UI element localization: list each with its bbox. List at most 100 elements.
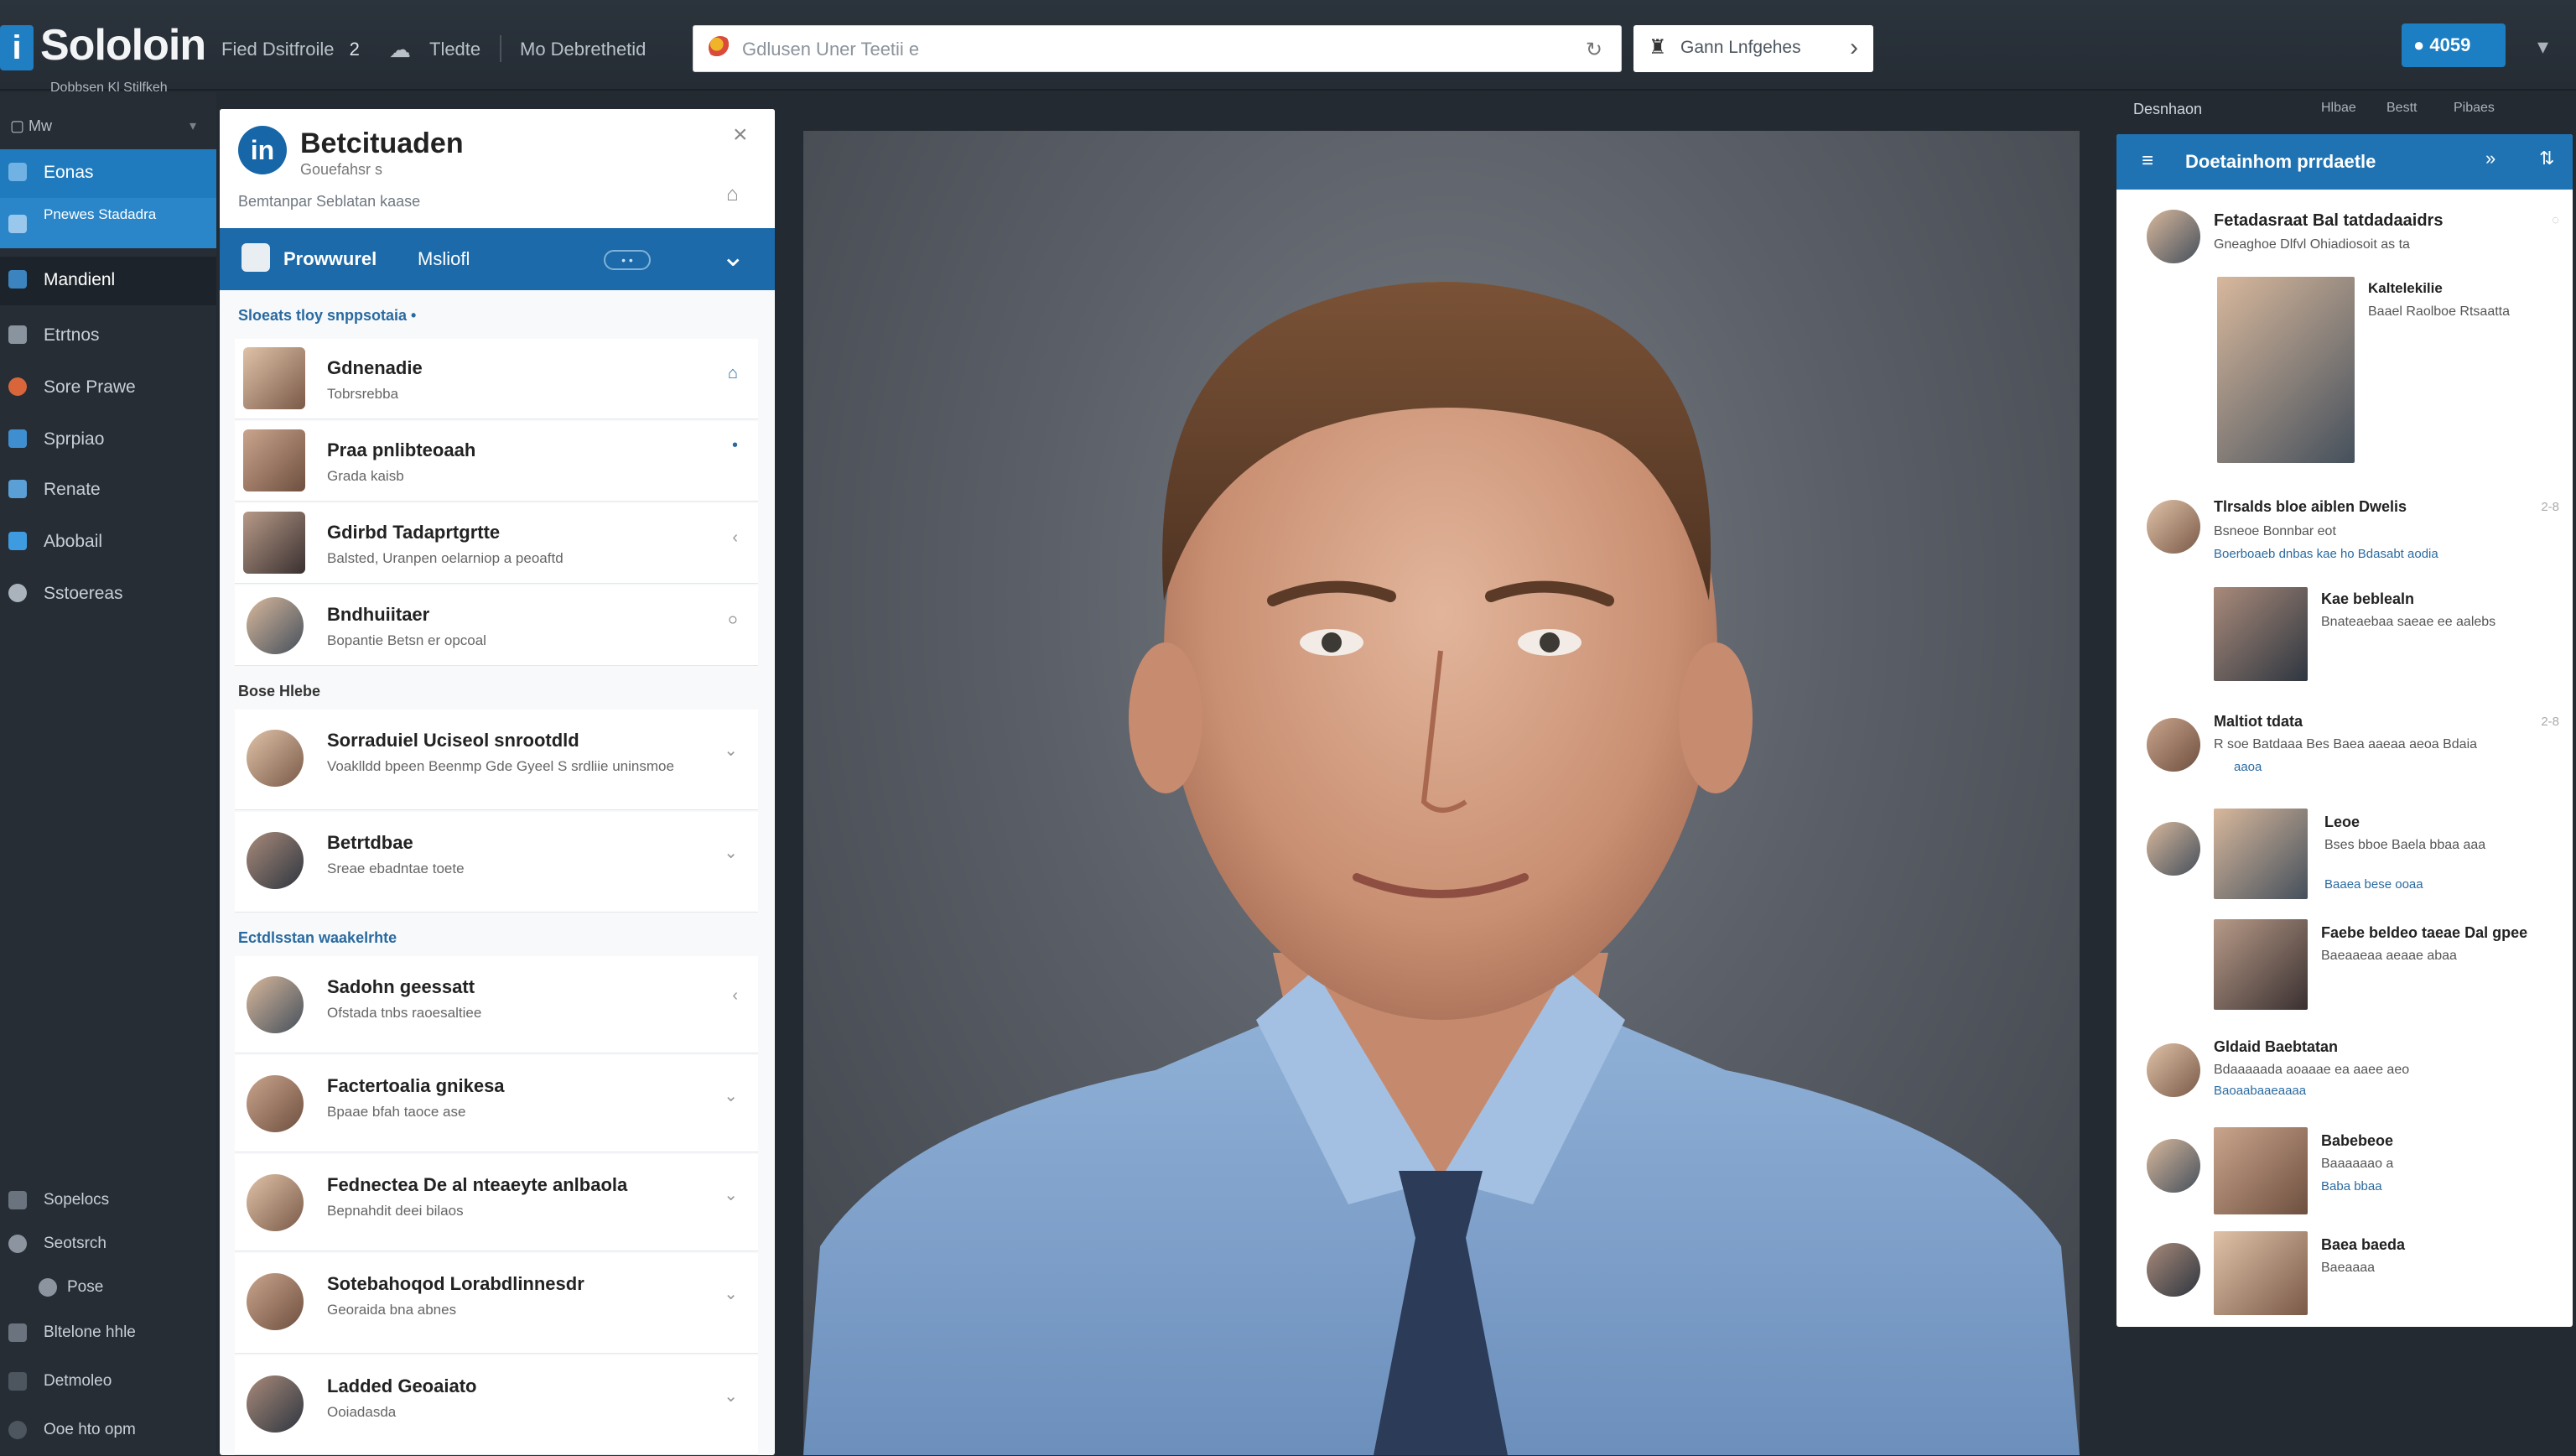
feed-image[interactable] bbox=[2214, 1231, 2308, 1315]
close-icon[interactable]: × bbox=[733, 121, 748, 149]
company-selector[interactable]: ♜ Gann Lnfgehes › bbox=[1633, 25, 1873, 72]
conversation-item[interactable]: Fednectea De al nteaeyte anlbaola Bepnah… bbox=[235, 1154, 758, 1251]
section-heading: Ectdlsstan waakelrhte bbox=[238, 929, 397, 946]
feed-name: Maltiot tdata bbox=[2214, 713, 2303, 730]
feed-item[interactable]: Baea baeda Baeaaaa bbox=[2116, 1231, 2573, 1323]
avatar bbox=[2147, 210, 2200, 263]
sidebar-collapse-icon[interactable]: ▾ bbox=[190, 117, 196, 134]
feed-link[interactable]: Boerboaeb dnbas kae ho Bdasabt aodia bbox=[2214, 547, 2438, 561]
sidebar-item-label: Etrtnos bbox=[44, 325, 100, 345]
section-heading: Sloeats tloy snppsotaia • bbox=[238, 307, 417, 324]
right-toolbar-item[interactable]: Pibaes bbox=[2454, 101, 2495, 116]
right-toolbar-item[interactable]: Hlbae bbox=[2321, 101, 2356, 116]
sidebar-item-sprpiao[interactable]: Sprpiao bbox=[0, 416, 216, 465]
expand-icon[interactable]: » bbox=[2485, 148, 2496, 169]
feed-item[interactable]: Gldaid Baebtatan Bdaaaaada aoaaae ea aae… bbox=[2116, 1032, 2573, 1124]
conversation-name: Bndhuiitaer bbox=[327, 604, 430, 625]
sidebar-item-abobail[interactable]: Abobail bbox=[0, 518, 216, 567]
chevron-down-icon: ⌄ bbox=[724, 1186, 738, 1204]
conversation-item[interactable]: Betrtdbae Sreae ebadntae toete ⌄ bbox=[235, 812, 758, 913]
app-logo-icon[interactable]: i bbox=[0, 25, 34, 70]
sidebar-item-sstoereas[interactable]: Sstoereas bbox=[0, 570, 216, 619]
sidebar-item-label: Abobail bbox=[44, 532, 103, 551]
feed-name: Tlrsalds bloe aiblen Dwelis bbox=[2214, 498, 2407, 515]
feed-link[interactable]: aaoa bbox=[2234, 760, 2262, 774]
chevron-down-icon[interactable]: ▾ bbox=[2537, 34, 2548, 60]
panel-tabbar: Prowwurel Msliofl • • ⌄ bbox=[220, 228, 775, 290]
portrait-illustration bbox=[803, 282, 2080, 1455]
conversation-item[interactable]: Factertoalia gnikesa Bpaae bfah taoce as… bbox=[235, 1055, 758, 1152]
feed-image[interactable] bbox=[2217, 277, 2355, 463]
tab-primary[interactable]: Prowwurel bbox=[283, 248, 377, 270]
feed-image[interactable] bbox=[2214, 1127, 2308, 1214]
toggle-pill[interactable]: • • bbox=[604, 250, 651, 270]
feed-image[interactable] bbox=[2214, 809, 2308, 899]
sidebar-bottom-item-1[interactable]: Sopelocs bbox=[0, 1178, 216, 1226]
feed-item[interactable]: Fetadasraat Bal tatdadaaidrs Gneaghoe Dl… bbox=[2116, 201, 2573, 478]
conversation-item[interactable]: Sadohn geessatt Ofstada tnbs raoesaltiee… bbox=[235, 956, 758, 1053]
avatar bbox=[247, 597, 304, 654]
radio-icon[interactable]: ○ bbox=[728, 611, 738, 630]
conversation-item[interactable]: Praa pnlibteoaah Grada kaisb • bbox=[235, 421, 758, 502]
feed-name: Leoe bbox=[2324, 814, 2360, 830]
sidebar-item-etrtnos[interactable]: Etrtnos bbox=[0, 312, 216, 361]
folder-icon bbox=[242, 243, 270, 272]
conversation-item[interactable]: Gdirbd Tadaprtgrtte Balsted, Uranpen oel… bbox=[235, 503, 758, 584]
sidebar-item-sore-prawe[interactable]: Sore Prawe bbox=[0, 364, 216, 413]
avatar bbox=[247, 976, 304, 1033]
topnav-item-2[interactable]: Tledte bbox=[429, 39, 480, 60]
chart-icon bbox=[8, 215, 27, 233]
company-label: Gann Lnfgehes bbox=[1680, 38, 1801, 57]
sidebar-item-stadadra[interactable]: Pnewes Stadadra bbox=[0, 198, 216, 248]
conversation-item[interactable]: Sorraduiel Uciseol snrootdld Voaklldd bp… bbox=[235, 710, 758, 810]
conversation-snippet: Bepnahdit deei bilaos bbox=[327, 1203, 464, 1219]
conversation-item[interactable]: Ladded Geoaiato Ooiadasda ⌄ bbox=[235, 1355, 758, 1455]
feed-text: Gneaghoe Dlfvl Ohiadiosoit as ta bbox=[2214, 237, 2410, 252]
feed-link[interactable]: Baaea bese ooaa bbox=[2324, 877, 2423, 892]
feed-link[interactable]: Baba bbaa bbox=[2321, 1179, 2382, 1193]
feed-name: Baea baeda bbox=[2321, 1236, 2406, 1253]
target-icon bbox=[8, 377, 27, 396]
sidebar-bottom-item-5[interactable]: Detmoleo bbox=[0, 1359, 216, 1407]
feed-item[interactable]: Faebe beldeo taeae Dal gpee Baeaaeaa aea… bbox=[2116, 919, 2573, 1020]
sidebar-item-mandienl[interactable]: Mandienl bbox=[0, 257, 216, 305]
sidebar-item-eonas[interactable]: Eonas bbox=[0, 149, 216, 198]
conversation-item[interactable]: Gdnenadie Tobrsrebba ⌂ bbox=[235, 339, 758, 419]
sidebar-header[interactable]: ▢ Mw bbox=[10, 117, 52, 135]
feed-item[interactable]: Tlrsalds bloe aiblen Dwelis Bsneoe Bonnb… bbox=[2116, 486, 2573, 595]
chevron-down-icon[interactable]: ⌄ bbox=[721, 240, 745, 273]
conversation-item[interactable]: Sotebahoqod Lorabdlinnesdr Georaida bna … bbox=[235, 1253, 758, 1354]
feed-item[interactable]: Kae beblealn Bnateaebaa saeae ee aalebs bbox=[2116, 587, 2573, 688]
sidebar-item-label: Seotsrch bbox=[44, 1235, 106, 1252]
feed-text: Baeaaaa bbox=[2321, 1261, 2376, 1275]
topnav-item-1[interactable]: Fied Dsitfroile 2 bbox=[221, 39, 360, 60]
globe-icon bbox=[8, 584, 27, 602]
settings-icon bbox=[8, 1372, 27, 1391]
conversation-item[interactable]: Bndhuiitaer Bopantie Betsn er opcoal ○ bbox=[235, 585, 758, 666]
feed-image[interactable] bbox=[2214, 587, 2308, 681]
sidebar-bottom-item-3[interactable]: Pose bbox=[0, 1265, 216, 1313]
feed-item[interactable]: Maltiot tdata R soe Batdaaa Bes Baea aae… bbox=[2116, 705, 2573, 797]
feed-item[interactable]: Babebeoe Baaaaaao a Baba bbaa bbox=[2116, 1127, 2573, 1219]
bell-icon[interactable]: ⌂ bbox=[726, 183, 739, 206]
feed-image[interactable] bbox=[2214, 919, 2308, 1010]
tools-icon bbox=[8, 163, 27, 181]
menu-icon[interactable]: ≡ bbox=[2142, 149, 2153, 173]
feed-item[interactable]: Leoe Bses bboe Baela bbaa aaa Baaea bese… bbox=[2116, 809, 2573, 909]
search-input[interactable]: Gdlusen Uner Teetii e ↻ bbox=[693, 25, 1622, 72]
account-button[interactable]: ● 4059 bbox=[2402, 23, 2506, 67]
sidebar-bottom-item-4[interactable]: Bltelone hhle bbox=[0, 1310, 216, 1359]
feed-text: Bdaaaaada aoaaae ea aaee aeo bbox=[2214, 1063, 2410, 1077]
filter-icon[interactable]: ⇅ bbox=[2539, 148, 2554, 169]
conversation-snippet: Grada kaisb bbox=[327, 468, 404, 484]
topnav-item-3[interactable]: Mo Debrethetid bbox=[520, 39, 646, 60]
sidebar-bottom-item-6[interactable]: Ooe hto opm bbox=[0, 1407, 216, 1456]
feed-link[interactable]: Baoaabaaeaaaa bbox=[2214, 1084, 2306, 1098]
right-toolbar: Desnhaon Hlbae Bestt Pibaes bbox=[2116, 91, 2576, 129]
right-toolbar-title[interactable]: Desnhaon bbox=[2133, 101, 2202, 118]
sidebar-bottom-item-2[interactable]: Seotsrch bbox=[0, 1221, 216, 1270]
tab-secondary[interactable]: Msliofl bbox=[418, 248, 470, 270]
right-toolbar-item[interactable]: Bestt bbox=[2386, 101, 2417, 116]
sidebar-item-renate[interactable]: Renate bbox=[0, 466, 216, 515]
refresh-icon[interactable]: ↻ bbox=[1586, 38, 1602, 62]
